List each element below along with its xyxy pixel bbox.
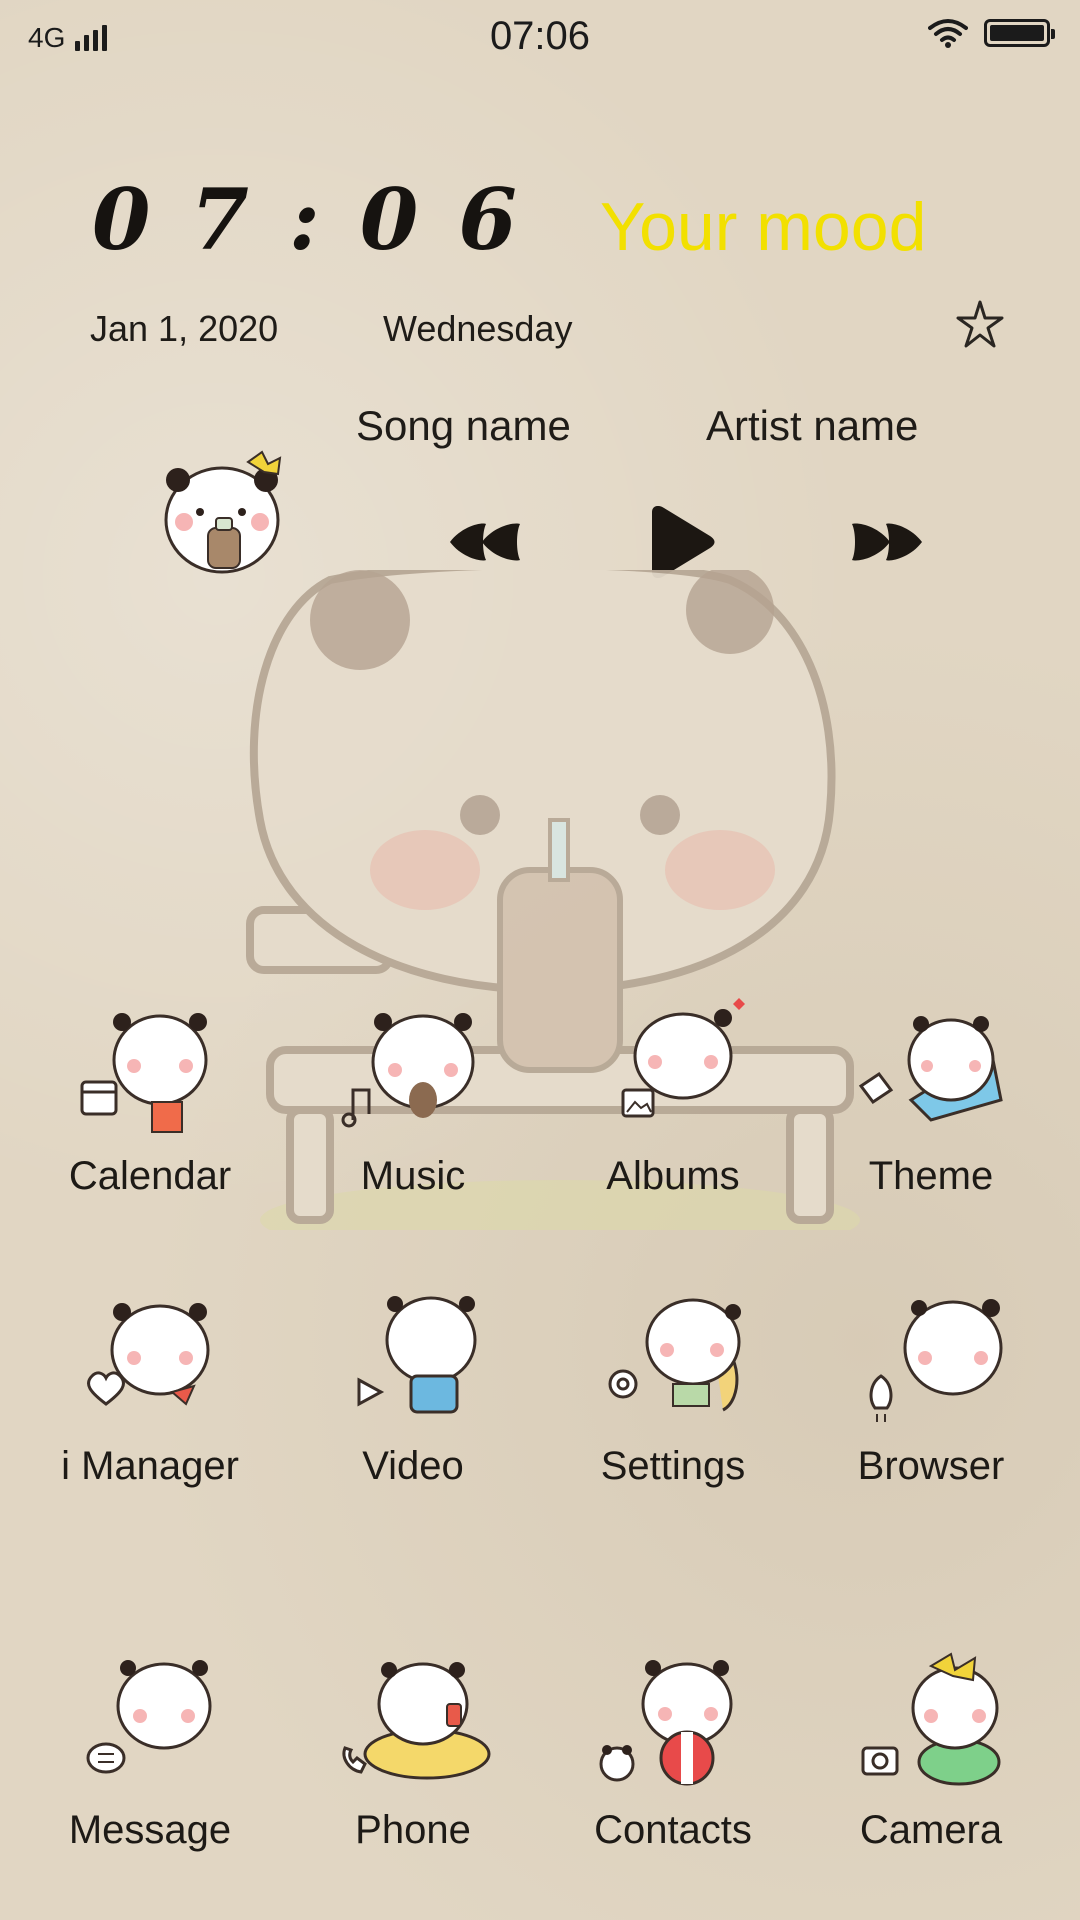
camera-icon xyxy=(861,1652,1001,1786)
app-label: Theme xyxy=(868,1154,994,1198)
status-bar: 4G 07:06 xyxy=(0,0,1080,72)
panda-icon xyxy=(599,1660,733,1786)
wifi-icon xyxy=(928,19,968,48)
app-label: Camera xyxy=(859,1808,1003,1852)
battery-icon xyxy=(984,19,1055,47)
app-video[interactable]: Video xyxy=(288,1280,538,1489)
app-camera[interactable]: Camera xyxy=(806,1644,1056,1853)
image-icon xyxy=(621,998,745,1118)
app-browser[interactable]: Browser xyxy=(806,1280,1056,1489)
app-albums[interactable]: Albums xyxy=(548,990,798,1199)
previous-track-icon[interactable] xyxy=(448,522,522,562)
app-label: Video xyxy=(362,1444,464,1488)
rocket-icon xyxy=(869,1299,1003,1422)
phone-icon xyxy=(342,1662,491,1780)
app-contacts[interactable]: Contacts xyxy=(548,1644,798,1853)
app-label: Music xyxy=(360,1154,466,1198)
calendar-icon xyxy=(80,1013,208,1133)
app-label: Calendar xyxy=(68,1154,232,1198)
music-note-icon xyxy=(341,1013,475,1128)
app-label: Message xyxy=(68,1808,232,1852)
mood-text[interactable]: Your mood xyxy=(600,188,926,266)
app-music[interactable]: Music xyxy=(288,990,538,1199)
weekday-text: Wednesday xyxy=(383,308,573,349)
song-name: Song name xyxy=(356,402,571,449)
app-message[interactable]: Message xyxy=(25,1644,275,1853)
artist-name: Artist name xyxy=(706,402,919,449)
chat-bubble-icon xyxy=(86,1660,212,1774)
app-label: Browser xyxy=(857,1444,1005,1488)
app-label: i Manager xyxy=(61,1444,239,1488)
panda-sticker-icon xyxy=(164,450,282,574)
app-theme[interactable]: Theme xyxy=(806,990,1056,1199)
clock-widget[interactable]: 07:06 xyxy=(92,170,557,269)
next-track-icon[interactable] xyxy=(850,522,924,562)
status-time: 07:06 xyxy=(489,14,591,58)
app-label: Albums xyxy=(606,1154,740,1198)
paint-bucket-icon xyxy=(858,1016,1003,1122)
app-i-manager[interactable]: i Manager xyxy=(25,1280,275,1489)
app-settings[interactable]: Settings xyxy=(548,1280,798,1489)
gear-icon xyxy=(608,1298,741,1412)
date-text: Jan 1, 2020 xyxy=(90,308,279,349)
play-icon[interactable] xyxy=(648,506,716,578)
app-label: Contacts xyxy=(594,1808,752,1852)
app-calendar[interactable]: Calendar xyxy=(25,990,275,1199)
heart-plus-icon xyxy=(87,1303,210,1406)
star-icon[interactable] xyxy=(952,296,1008,352)
app-phone[interactable]: Phone xyxy=(288,1644,538,1853)
app-label: Phone xyxy=(355,1808,471,1852)
play-icon xyxy=(357,1296,477,1414)
app-label: Settings xyxy=(600,1444,746,1488)
